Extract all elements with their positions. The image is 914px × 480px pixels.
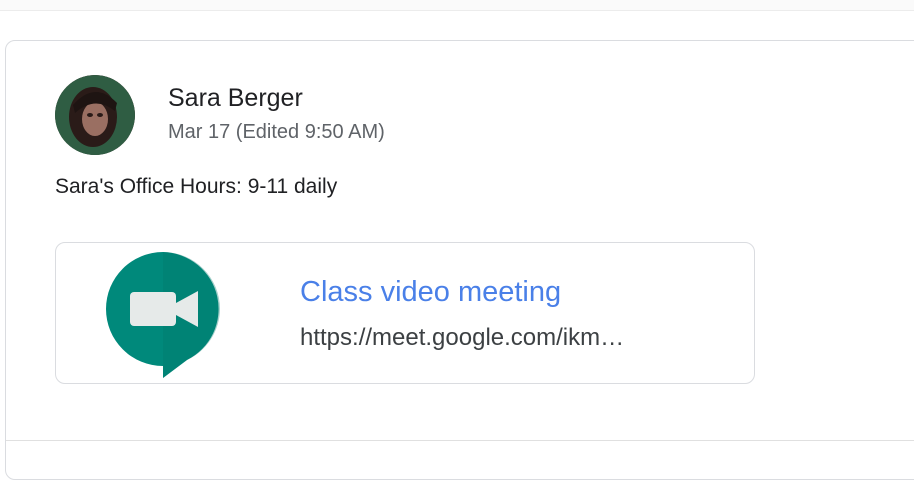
attachment-title[interactable]: Class video meeting	[300, 276, 561, 309]
avatar-photo	[55, 75, 135, 155]
author-avatar[interactable]	[55, 75, 135, 155]
author-name[interactable]: Sara Berger	[168, 84, 303, 113]
top-divider	[0, 0, 914, 11]
attachment-url[interactable]: https://meet.google.com/ikm…	[300, 324, 710, 352]
bottom-divider	[6, 440, 914, 441]
google-meet-icon	[105, 250, 225, 380]
post-body-text: Sara's Office Hours: 9-11 daily	[55, 175, 338, 198]
post-date: Mar 17 (Edited 9:50 AM)	[168, 121, 385, 143]
